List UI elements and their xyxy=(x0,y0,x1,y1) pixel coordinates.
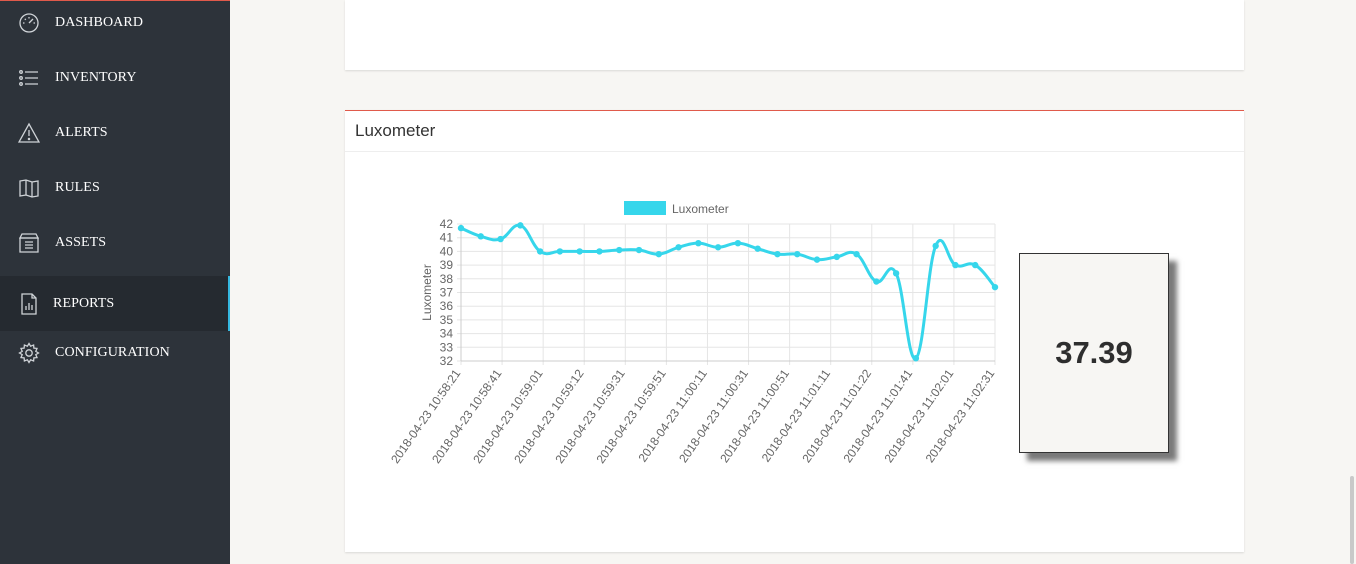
sidebar: DASHBOARD INVENTORY ALERTS RULES ASSETS … xyxy=(0,0,230,564)
y-tick-label: 42 xyxy=(440,217,454,231)
sidebar-item-label: ASSETS xyxy=(55,234,107,250)
current-value-box: 37.39 xyxy=(1019,253,1169,453)
current-value: 37.39 xyxy=(1055,335,1133,370)
y-tick-label: 38 xyxy=(440,272,454,286)
y-tick-label: 40 xyxy=(440,244,454,258)
data-point xyxy=(873,278,880,285)
data-point xyxy=(991,283,999,291)
data-point xyxy=(892,270,900,277)
data-point xyxy=(536,248,544,255)
data-point xyxy=(774,250,781,258)
x-tick-label: 2018-04-23 10:59:01 xyxy=(470,366,546,466)
y-axis-label: Luxometer xyxy=(420,264,434,321)
sidebar-item-label: ALERTS xyxy=(55,124,108,140)
data-point xyxy=(714,244,722,251)
y-tick-label: 32 xyxy=(440,354,454,368)
box-icon xyxy=(18,232,40,254)
data-point xyxy=(477,233,484,240)
data-point xyxy=(952,261,959,269)
data-point xyxy=(932,242,939,250)
data-point xyxy=(833,253,840,261)
legend-swatch xyxy=(624,201,666,215)
data-point xyxy=(556,248,564,255)
data-point xyxy=(576,248,583,255)
list-icon xyxy=(18,67,40,89)
x-tick-label: 2018-04-23 10:58:41 xyxy=(429,366,505,466)
data-point xyxy=(695,239,702,247)
sidebar-item-alerts[interactable]: ALERTS xyxy=(0,105,230,160)
legend-label: Luxometer xyxy=(672,202,729,216)
sidebar-item-label: RULES xyxy=(55,179,100,195)
sidebar-item-reports[interactable]: REPORTS xyxy=(0,276,230,331)
y-tick-label: 33 xyxy=(440,340,454,354)
data-point xyxy=(972,261,979,269)
data-point xyxy=(616,246,623,254)
y-tick-label: 34 xyxy=(440,327,454,341)
gear-icon xyxy=(18,341,40,364)
report-icon xyxy=(18,292,40,315)
sidebar-item-configuration[interactable]: CONFIGURATION xyxy=(0,325,230,380)
sidebar-item-assets[interactable]: ASSETS xyxy=(0,215,230,270)
x-tick-label: 2018-04-23 10:59:12 xyxy=(511,366,587,466)
y-tick-label: 35 xyxy=(440,313,454,327)
sidebar-item-label: DASHBOARD xyxy=(55,14,144,30)
sidebar-item-label: INVENTORY xyxy=(55,69,137,85)
x-tick-label: 2018-04-23 10:58:21 xyxy=(388,366,464,466)
speedometer-icon xyxy=(18,12,40,34)
x-tick-label: 2018-04-23 10:59:51 xyxy=(593,366,669,466)
sidebar-item-rules[interactable]: RULES xyxy=(0,160,230,215)
book-icon xyxy=(18,177,40,199)
data-point xyxy=(517,222,524,229)
data-point xyxy=(497,235,504,243)
data-point xyxy=(853,250,860,258)
series-line xyxy=(460,223,997,360)
y-tick-label: 37 xyxy=(440,286,454,300)
data-point xyxy=(596,248,603,255)
sidebar-item-dashboard[interactable]: DASHBOARD xyxy=(0,0,230,50)
data-point xyxy=(734,239,742,247)
data-point xyxy=(912,355,920,362)
sidebar-item-inventory[interactable]: INVENTORY xyxy=(0,50,230,105)
y-tick-label: 41 xyxy=(440,231,454,245)
x-tick-label: 2018-04-23 10:59:31 xyxy=(552,366,628,466)
data-point xyxy=(813,256,821,263)
data-point xyxy=(754,245,761,252)
warning-icon xyxy=(18,122,40,144)
data-point xyxy=(794,250,801,258)
y-tick-label: 39 xyxy=(440,258,454,272)
scrollbar-thumb[interactable] xyxy=(1350,476,1354,564)
data-point xyxy=(655,250,662,258)
luxometer-card: Luxometer 32 33 34 35 36 37 38 39 40 41 42 2018-04-… xyxy=(345,110,1244,552)
data-point xyxy=(635,246,643,254)
y-tick-label: 36 xyxy=(440,299,454,313)
data-point xyxy=(457,224,465,232)
previous-report-card xyxy=(345,0,1244,70)
sidebar-item-label: CONFIGURATION xyxy=(55,344,170,360)
page-scrollbar[interactable] xyxy=(1348,0,1356,564)
data-point xyxy=(675,244,682,251)
sidebar-item-label: REPORTS xyxy=(53,295,115,311)
